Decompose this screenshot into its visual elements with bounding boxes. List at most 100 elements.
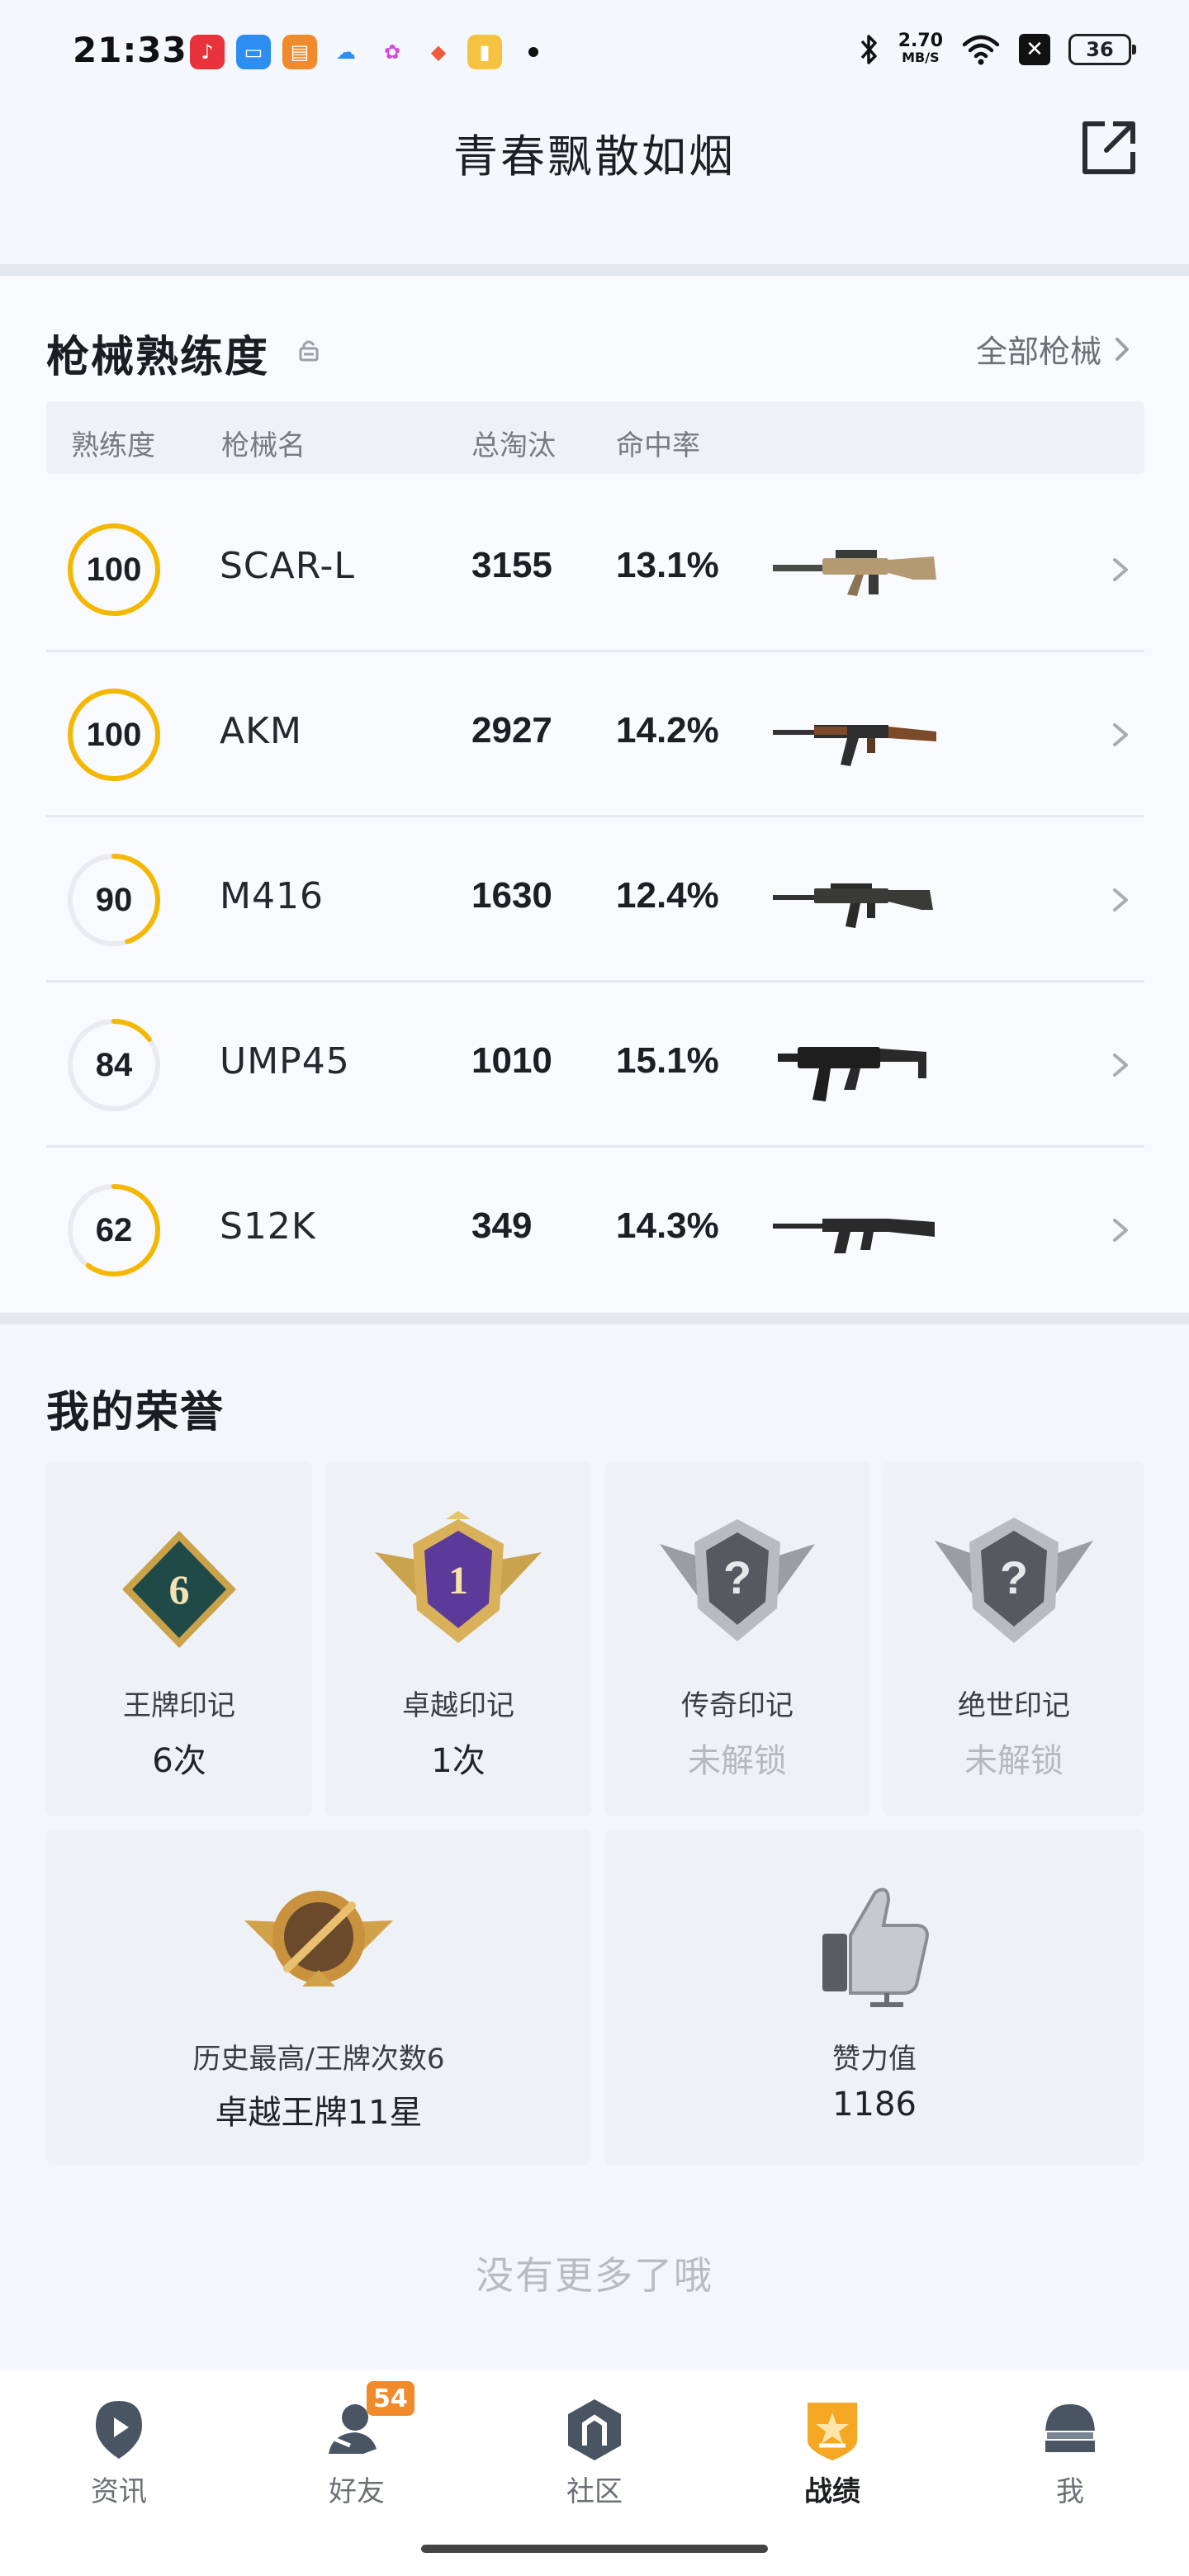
weapon-row[interactable]: 62 S12K 349 14.3% bbox=[46, 1148, 1144, 1313]
status-right: 2.70 MB/S ✕ 36 bbox=[859, 31, 1136, 66]
nav-label: 我 bbox=[1056, 2475, 1084, 2508]
weapon-hit-rate: 14.2% bbox=[616, 710, 719, 751]
honor-section-title: 我的荣誉 bbox=[46, 1388, 225, 1437]
weapon-kills: 2927 bbox=[471, 710, 552, 751]
legend-mark-locked-badge-icon: ? bbox=[660, 1519, 815, 1641]
music-app-icon: ♪ bbox=[190, 35, 225, 69]
all-weapons-label: 全部枪械 bbox=[975, 334, 1101, 370]
nav-label: 好友 bbox=[329, 2475, 385, 2508]
page-title: 青春飘散如烟 bbox=[453, 130, 736, 182]
nav-record[interactable]: 战绩 bbox=[713, 2370, 951, 2535]
honor-name: 卓越印记 bbox=[402, 1689, 514, 1722]
proficiency-value: 100 bbox=[86, 551, 142, 588]
weapon-row[interactable]: 100 SCAR-L 3155 13.1% bbox=[46, 487, 1144, 652]
weapon-row[interactable]: 90 M416 1630 12.4% bbox=[46, 817, 1144, 983]
weapon-section-title: 枪械熟练度 bbox=[46, 333, 270, 382]
honor-card-peerless-mark[interactable]: ? 绝世印记 未解锁 bbox=[883, 1461, 1144, 1816]
profile-icon bbox=[1044, 2404, 1097, 2452]
no-more-text: 没有更多了哦 bbox=[476, 2253, 713, 2298]
highest-rank-card[interactable]: 历史最高/王牌次数6 卓越王牌11星 bbox=[46, 1830, 591, 2165]
honor-name: 绝世印记 bbox=[958, 1689, 1070, 1722]
chevron-right-icon bbox=[1113, 558, 1128, 581]
weapon-kills: 3155 bbox=[471, 545, 552, 585]
notification-app-icons: ♪ ▭ ▤ ☁ ✿ ◆ ▮ bbox=[190, 35, 538, 69]
all-weapons-link[interactable]: 全部枪械 bbox=[976, 326, 1131, 372]
ace-rank-badge-icon bbox=[244, 1891, 393, 1986]
news-icon bbox=[96, 2401, 142, 2459]
weapon-hit-rate: 13.1% bbox=[616, 545, 719, 585]
status-time: 21:33 bbox=[73, 30, 187, 70]
nav-friends[interactable]: 54 好友 bbox=[238, 2370, 476, 2535]
honor-card-legend-mark[interactable]: ? 传奇印记 未解锁 bbox=[604, 1461, 870, 1816]
store-app-icon: ▤ bbox=[282, 35, 317, 69]
akm-gun-image bbox=[773, 725, 936, 766]
col-hit-rate: 命中率 bbox=[616, 429, 700, 462]
sim-off-icon: ✕ bbox=[1019, 34, 1050, 65]
more-notifications-dot bbox=[528, 47, 538, 57]
friends-badge: 54 bbox=[367, 2381, 414, 2416]
proficiency-value: 62 bbox=[95, 1211, 133, 1248]
honor-card-excellence-mark[interactable]: 1 卓越印记 1次 bbox=[325, 1461, 591, 1816]
chevron-right-icon bbox=[1116, 337, 1129, 361]
chevron-right-icon bbox=[1113, 723, 1128, 746]
ump45-gun-image bbox=[778, 1047, 926, 1101]
proficiency-value: 100 bbox=[86, 716, 142, 753]
svg-text:1: 1 bbox=[448, 1559, 468, 1603]
weapon-table-header: 熟练度 枪械名 总淘汰 命中率 bbox=[46, 401, 1144, 474]
svg-text:?: ? bbox=[1000, 1551, 1028, 1603]
weapon-name: AKM bbox=[220, 710, 302, 752]
proficiency-value: 90 bbox=[95, 881, 133, 918]
honor-name: 王牌印记 bbox=[123, 1689, 235, 1722]
honor-name: 历史最高/王牌次数6 bbox=[192, 2043, 445, 2076]
book-app-icon: ▮ bbox=[467, 35, 502, 69]
home-indicator[interactable] bbox=[421, 2545, 768, 2553]
nav-community[interactable]: 社区 bbox=[476, 2370, 713, 2535]
browser-app-icon: ▭ bbox=[236, 35, 271, 69]
proficiency-value: 84 bbox=[95, 1046, 133, 1083]
honor-value: 6次 bbox=[152, 1742, 206, 1780]
record-icon bbox=[808, 2403, 857, 2460]
weapon-kills: 1630 bbox=[471, 875, 552, 916]
weapon-hit-rate: 15.1% bbox=[616, 1040, 719, 1081]
section-divider bbox=[0, 264, 1189, 276]
weapon-kills: 349 bbox=[471, 1205, 533, 1246]
weapon-hit-rate: 12.4% bbox=[616, 875, 719, 916]
honor-value: 卓越王牌11星 bbox=[215, 2094, 423, 2132]
game-app-icon: ◆ bbox=[421, 35, 456, 69]
cloud-app-icon: ☁ bbox=[329, 35, 363, 69]
honor-card-ace-mark[interactable]: 6 王牌印记 6次 bbox=[46, 1461, 312, 1816]
net-speed: 2.70 MB/S bbox=[898, 31, 943, 66]
nav-news[interactable]: 资讯 bbox=[0, 2370, 238, 2535]
peerless-mark-locked-badge-icon: ? bbox=[935, 1518, 1093, 1643]
chevron-right-icon bbox=[1113, 1219, 1128, 1242]
net-speed-unit: MB/S bbox=[902, 50, 940, 65]
col-proficiency: 熟练度 bbox=[71, 429, 155, 462]
weapon-row[interactable]: 100 AKM 2927 14.2% bbox=[46, 652, 1144, 817]
svg-text:?: ? bbox=[723, 1551, 751, 1603]
nav-label: 社区 bbox=[566, 2475, 623, 2508]
weapon-name: S12K bbox=[220, 1205, 316, 1248]
excellence-mark-badge-icon: 1 bbox=[375, 1511, 542, 1643]
svg-text:6: 6 bbox=[169, 1566, 190, 1612]
honor-value: 1次 bbox=[431, 1742, 486, 1780]
weapon-row[interactable]: 84 UMP45 1010 15.1% bbox=[46, 983, 1144, 1148]
like-power-card[interactable]: 赞力值 1186 bbox=[604, 1830, 1144, 2165]
net-speed-value: 2.70 bbox=[898, 31, 943, 51]
honor-name: 传奇印记 bbox=[681, 1689, 793, 1722]
col-total-kills: 总淘汰 bbox=[471, 429, 556, 462]
nav-label: 资讯 bbox=[91, 2475, 147, 2508]
wifi-icon bbox=[962, 35, 1000, 65]
section-divider bbox=[0, 1313, 1189, 1324]
nav-label: 战绩 bbox=[804, 2475, 860, 2508]
weapon-hit-rate: 14.3% bbox=[616, 1205, 719, 1246]
honor-name: 赞力值 bbox=[832, 2043, 917, 2076]
weapon-name: SCAR-L bbox=[220, 545, 355, 587]
m416-gun-image bbox=[773, 883, 933, 928]
share-icon[interactable] bbox=[1077, 116, 1141, 180]
flower-app-icon: ✿ bbox=[375, 35, 410, 69]
s12k-gun-image bbox=[773, 1219, 935, 1253]
nav-profile[interactable]: 我 bbox=[951, 2370, 1189, 2535]
lock-icon[interactable] bbox=[296, 337, 322, 363]
honor-value: 未解锁 bbox=[964, 1742, 1063, 1780]
honor-value: 未解锁 bbox=[688, 1742, 787, 1780]
